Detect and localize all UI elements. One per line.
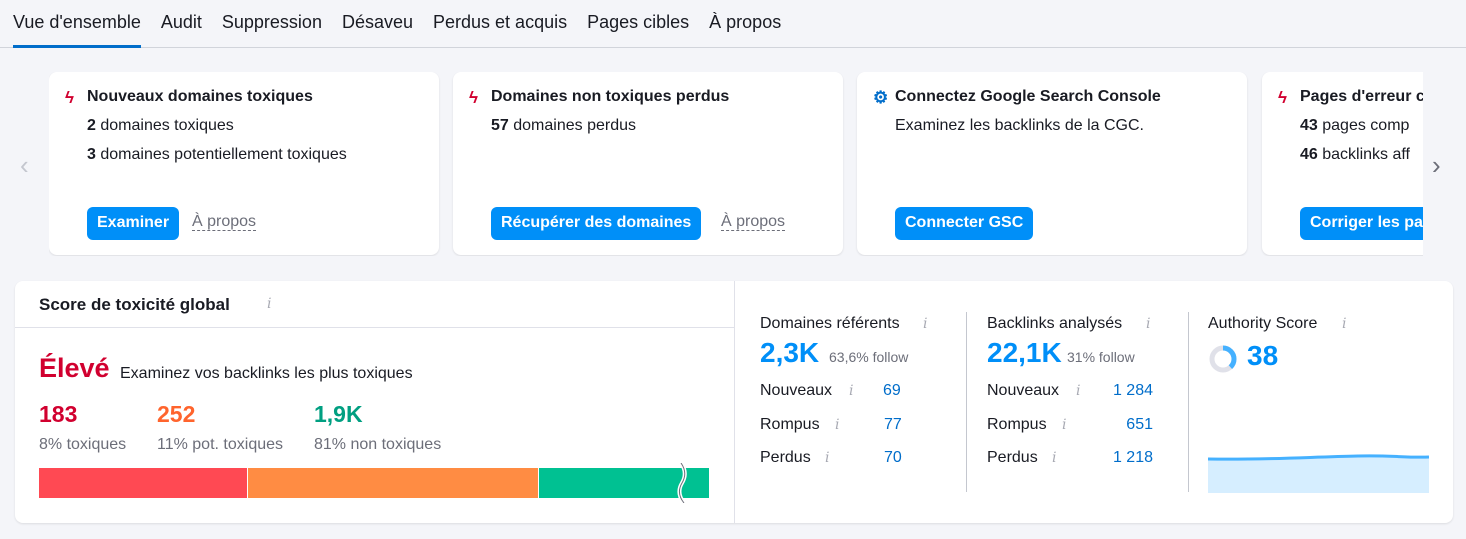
- card-line: 3 domaines potentiellement toxiques: [87, 146, 347, 163]
- lightning-icon: ϟ: [469, 88, 478, 107]
- divider: [15, 327, 734, 328]
- about-link[interactable]: À propos: [721, 214, 786, 231]
- toxic-label: 8% toxiques: [39, 436, 127, 453]
- card-lost-domains: ϟ Domaines non toxiques perdus 57 domain…: [453, 72, 843, 255]
- tab-about[interactable]: À propos: [709, 0, 781, 48]
- carousel-prev-icon[interactable]: ‹: [20, 150, 29, 181]
- broken-domains-value[interactable]: 77: [884, 416, 902, 434]
- examine-button[interactable]: Examiner: [87, 207, 180, 240]
- new-backlinks-value[interactable]: 1 284: [1113, 382, 1153, 400]
- card-line: Examinez les backlinks de la CGC.: [895, 117, 1144, 134]
- potentially-toxic-segment[interactable]: [246, 468, 539, 498]
- card-error-pages: ϟ Pages d'erreur c 43 pages comp 46 back…: [1262, 72, 1423, 255]
- lightning-icon: ϟ: [1278, 88, 1287, 107]
- tab-disavow[interactable]: Désaveu: [342, 0, 413, 48]
- tab-bar: Vue d'ensemble Audit Suppression Désaveu…: [0, 0, 1466, 48]
- lost-domains-value[interactable]: 70: [884, 449, 902, 467]
- toxicity-level: Élevé: [39, 353, 110, 383]
- card-line: 2 domaines toxiques: [87, 117, 234, 134]
- authority-donut: [1209, 345, 1237, 373]
- info-icon[interactable]: i: [267, 296, 271, 312]
- authority-trend-chart: [1208, 454, 1429, 493]
- referring-domains-value[interactable]: 2,3K: [760, 337, 819, 369]
- authority-value[interactable]: 38: [1247, 340, 1278, 372]
- info-icon[interactable]: i: [835, 417, 839, 433]
- potentially-toxic-count[interactable]: 252: [157, 401, 195, 428]
- insight-carousel: ϟ Nouveaux domaines toxiques 2 domaines …: [49, 72, 1423, 256]
- referring-domains-title: Domaines référents: [760, 315, 900, 332]
- recover-domains-button[interactable]: Récupérer des domaines: [491, 207, 702, 240]
- divider: [966, 312, 967, 492]
- bar-break-icon: [677, 463, 687, 503]
- non-toxic-label: 81% non toxiques: [314, 436, 442, 453]
- card-title: Pages d'erreur c: [1300, 88, 1423, 105]
- row-label: Nouveaux: [760, 382, 833, 399]
- new-domains-value[interactable]: 69: [883, 382, 901, 400]
- row-label: Nouveaux: [987, 382, 1060, 399]
- tab-overview[interactable]: Vue d'ensemble: [13, 0, 141, 48]
- tab-audit[interactable]: Audit: [161, 0, 202, 48]
- connect-gsc-button[interactable]: Connecter GSC: [895, 207, 1034, 240]
- fix-pages-button[interactable]: Corriger les pa: [1300, 207, 1423, 240]
- tab-lost-found[interactable]: Perdus et acquis: [433, 0, 567, 48]
- backlinks-follow: 31% follow: [1067, 349, 1135, 365]
- card-title: Domaines non toxiques perdus: [491, 88, 730, 105]
- card-new-toxic-domains: ϟ Nouveaux domaines toxiques 2 domaines …: [49, 72, 439, 255]
- card-connect-gsc: ⚙ Connectez Google Search Console Examin…: [857, 72, 1247, 255]
- tab-target-pages[interactable]: Pages cibles: [587, 0, 689, 48]
- toxic-count[interactable]: 183: [39, 401, 77, 428]
- info-icon[interactable]: i: [1052, 450, 1056, 466]
- toxicity-bar: [39, 468, 709, 498]
- about-link[interactable]: À propos: [192, 214, 257, 231]
- summary-panel: Score de toxicité global i Élevé Examine…: [15, 281, 1453, 523]
- card-line: 43 pages comp: [1300, 117, 1410, 134]
- broken-backlinks-value[interactable]: 651: [1126, 416, 1153, 434]
- potentially-toxic-label: 11% pot. toxiques: [157, 436, 284, 453]
- card-title: Nouveaux domaines toxiques: [87, 88, 313, 105]
- lightning-icon: ϟ: [65, 88, 74, 107]
- card-line: 46 backlinks aff: [1300, 146, 1410, 163]
- info-icon[interactable]: i: [825, 450, 829, 466]
- divider: [1188, 312, 1189, 492]
- lost-backlinks-value[interactable]: 1 218: [1113, 449, 1153, 467]
- row-label: Perdus: [760, 449, 811, 466]
- tab-removal[interactable]: Suppression: [222, 0, 322, 48]
- info-icon[interactable]: i: [1062, 417, 1066, 433]
- info-icon[interactable]: i: [1146, 316, 1150, 332]
- card-line: 57 domaines perdus: [491, 117, 636, 134]
- info-icon[interactable]: i: [1342, 316, 1346, 332]
- backlinks-value[interactable]: 22,1K: [987, 337, 1062, 369]
- row-label: Rompus: [760, 416, 820, 433]
- row-label: Perdus: [987, 449, 1038, 466]
- referring-follow: 63,6% follow: [829, 349, 909, 365]
- toxic-segment[interactable]: [39, 468, 247, 498]
- info-icon[interactable]: i: [849, 383, 853, 399]
- gear-icon: ⚙: [873, 88, 889, 107]
- non-toxic-count[interactable]: 1,9K: [314, 401, 363, 428]
- authority-title: Authority Score: [1208, 315, 1318, 332]
- row-label: Rompus: [987, 416, 1047, 433]
- toxicity-title: Score de toxicité global: [39, 295, 230, 314]
- info-icon[interactable]: i: [923, 316, 927, 332]
- backlinks-title: Backlinks analysés: [987, 315, 1123, 332]
- divider: [734, 281, 735, 523]
- toxicity-hint: Examinez vos backlinks les plus toxiques: [120, 365, 413, 382]
- card-title: Connectez Google Search Console: [895, 88, 1161, 105]
- info-icon[interactable]: i: [1076, 383, 1080, 399]
- carousel-next-icon[interactable]: ›: [1432, 150, 1441, 181]
